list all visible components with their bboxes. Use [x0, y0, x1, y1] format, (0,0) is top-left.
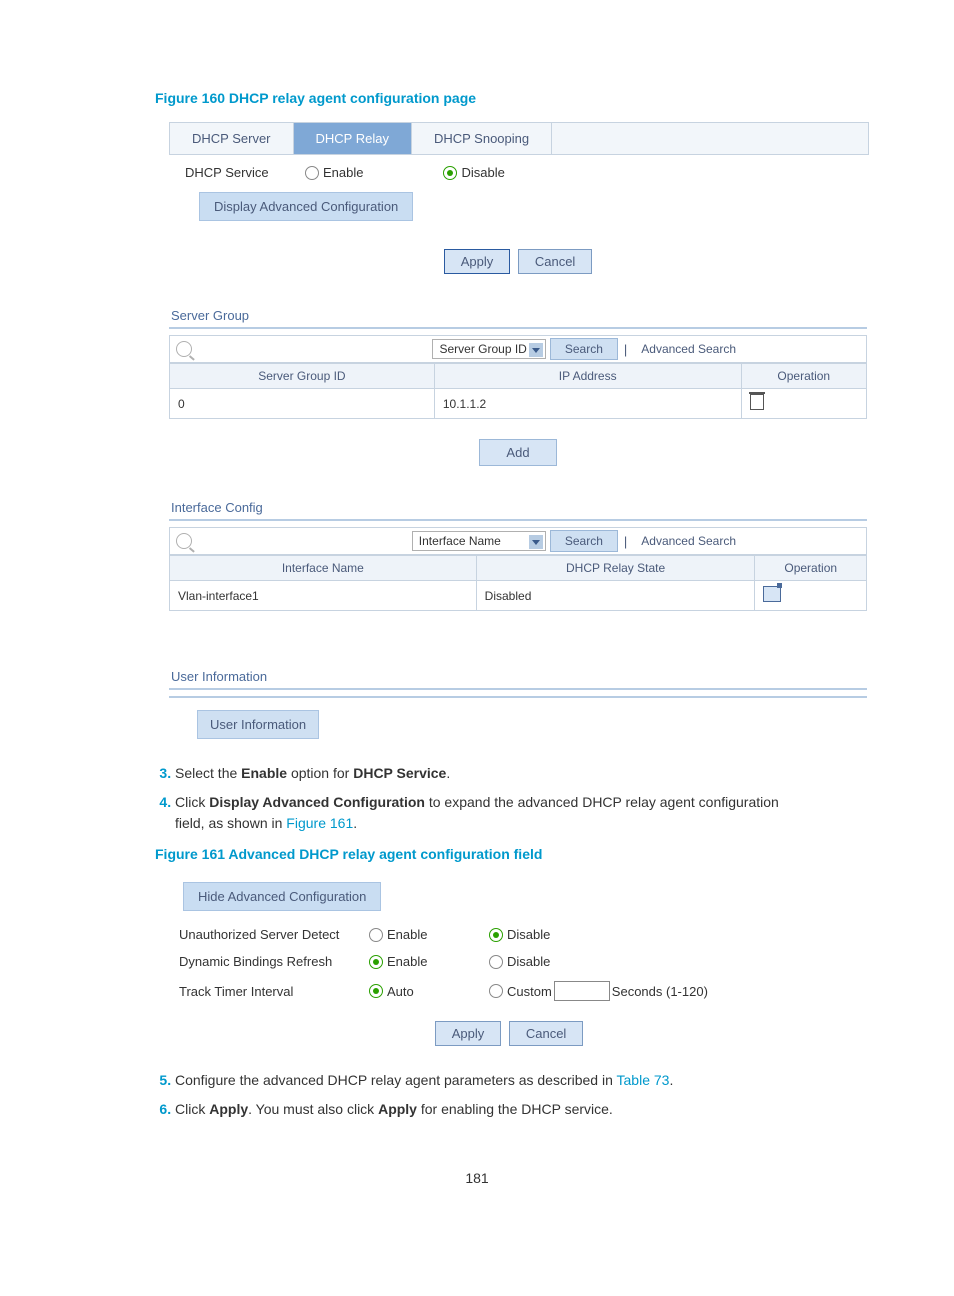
- dhcp-service-disable-radio[interactable]: Disable: [443, 165, 504, 180]
- interface-config-table: Interface Name DHCP Relay State Operatio…: [169, 555, 867, 611]
- select-value: Interface Name: [419, 534, 501, 548]
- table-73-link[interactable]: Table 73: [617, 1072, 670, 1088]
- radio-icon: [369, 955, 383, 969]
- figure-160-caption: Figure 160 DHCP relay agent configuratio…: [155, 90, 799, 106]
- interface-search-button[interactable]: Search: [550, 530, 618, 552]
- radio-icon: [489, 955, 503, 969]
- col-operation: Operation: [755, 556, 867, 581]
- radio-icon: [305, 166, 319, 180]
- page-number: 181: [155, 1170, 799, 1186]
- track-timer-seconds-input[interactable]: [554, 981, 610, 1001]
- cell-interface-name: Vlan-interface1: [170, 581, 477, 611]
- dynbind-enable-radio[interactable]: Enable: [369, 954, 489, 969]
- unauth-server-detect-label: Unauthorized Server Detect: [179, 927, 369, 942]
- radio-icon: [489, 984, 503, 998]
- step-4: Click Display Advanced Configuration to …: [175, 792, 799, 834]
- chevron-down-icon: [529, 535, 543, 549]
- tab-dhcp-relay[interactable]: DHCP Relay: [294, 123, 412, 154]
- disable-label: Disable: [461, 165, 504, 180]
- dynamic-bindings-label: Dynamic Bindings Refresh: [179, 954, 369, 969]
- col-ip-address: IP Address: [434, 364, 741, 389]
- unauth-enable-radio[interactable]: Enable: [369, 927, 489, 942]
- figure-161-caption: Figure 161 Advanced DHCP relay agent con…: [155, 846, 799, 862]
- server-group-search-button[interactable]: Search: [550, 338, 618, 360]
- hide-advanced-config-button[interactable]: Hide Advanced Configuration: [183, 882, 381, 911]
- search-icon: [176, 533, 192, 549]
- cell-relay-state: Disabled: [476, 581, 755, 611]
- cancel-button-2[interactable]: Cancel: [509, 1021, 583, 1046]
- tab-bar: DHCP Server DHCP Relay DHCP Snooping: [169, 122, 869, 155]
- figure-161-link[interactable]: Figure 161: [286, 815, 353, 831]
- trash-icon[interactable]: [750, 394, 764, 410]
- col-server-group-id: Server Group ID: [170, 364, 435, 389]
- apply-button[interactable]: Apply: [444, 249, 511, 274]
- search-icon: [176, 341, 192, 357]
- server-group-heading: Server Group: [169, 304, 867, 329]
- unauth-disable-radio[interactable]: Disable: [489, 927, 550, 942]
- select-value: Server Group ID: [439, 342, 526, 356]
- track-custom-radio[interactable]: Custom: [489, 984, 552, 999]
- server-group-field-select[interactable]: Server Group ID: [432, 339, 545, 359]
- radio-icon: [443, 166, 457, 180]
- step-6: Click Apply. You must also click Apply f…: [175, 1099, 799, 1120]
- track-timer-label: Track Timer Interval: [179, 984, 369, 999]
- cancel-button[interactable]: Cancel: [518, 249, 592, 274]
- interface-advanced-search-link[interactable]: Advanced Search: [641, 534, 736, 548]
- interface-search-bar: Interface Name Search | Advanced Search: [169, 527, 867, 555]
- tab-dhcp-snooping[interactable]: DHCP Snooping: [412, 123, 552, 154]
- step-3: Select the Enable option for DHCP Servic…: [175, 763, 799, 784]
- radio-icon: [369, 928, 383, 942]
- interface-field-select[interactable]: Interface Name: [412, 531, 546, 551]
- chevron-down-icon: [529, 343, 543, 357]
- col-interface-name: Interface Name: [170, 556, 477, 581]
- dhcp-service-label: DHCP Service: [185, 165, 305, 180]
- step-5: Configure the advanced DHCP relay agent …: [175, 1070, 799, 1091]
- tab-dhcp-server[interactable]: DHCP Server: [170, 123, 294, 154]
- display-advanced-config-button[interactable]: Display Advanced Configuration: [199, 192, 413, 221]
- apply-button-2[interactable]: Apply: [435, 1021, 502, 1046]
- edit-icon[interactable]: [763, 586, 781, 602]
- dhcp-service-enable-radio[interactable]: Enable: [305, 165, 363, 180]
- server-group-search-bar: Server Group ID Search | Advanced Search: [169, 335, 867, 363]
- enable-label: Enable: [323, 165, 363, 180]
- dynbind-disable-radio[interactable]: Disable: [489, 954, 550, 969]
- server-group-advanced-search-link[interactable]: Advanced Search: [641, 342, 736, 356]
- track-auto-radio[interactable]: Auto: [369, 984, 489, 999]
- interface-config-heading: Interface Config: [169, 496, 867, 521]
- steps-list-2: Configure the advanced DHCP relay agent …: [155, 1070, 799, 1120]
- seconds-hint: Seconds (1-120): [612, 984, 708, 999]
- steps-list: Select the Enable option for DHCP Servic…: [155, 763, 799, 834]
- radio-icon: [489, 928, 503, 942]
- cell-ip-address: 10.1.1.2: [434, 389, 741, 419]
- col-operation: Operation: [741, 364, 866, 389]
- user-information-button[interactable]: User Information: [197, 710, 319, 739]
- user-information-heading: User Information: [169, 665, 867, 690]
- table-row: 0 10.1.1.2: [170, 389, 867, 419]
- server-group-table: Server Group ID IP Address Operation 0 1…: [169, 363, 867, 419]
- add-server-group-button[interactable]: Add: [479, 439, 556, 466]
- table-row: Vlan-interface1 Disabled: [170, 581, 867, 611]
- radio-icon: [369, 984, 383, 998]
- col-relay-state: DHCP Relay State: [476, 556, 755, 581]
- cell-server-group-id: 0: [170, 389, 435, 419]
